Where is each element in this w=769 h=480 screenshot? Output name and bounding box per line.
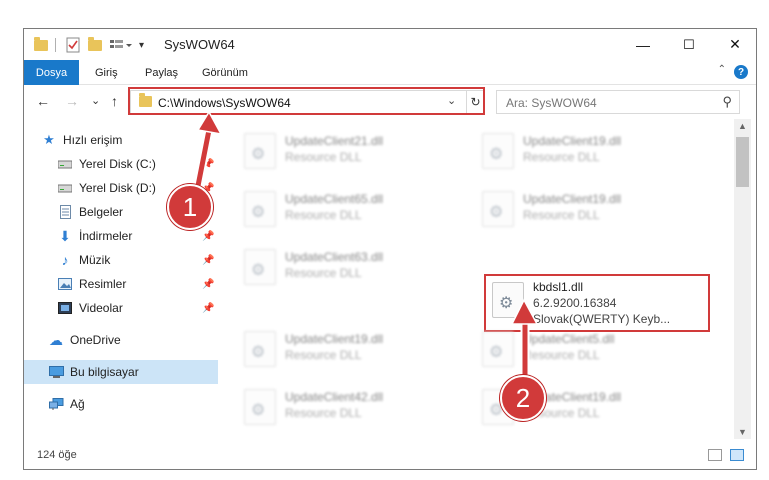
step-marker-2: 2 xyxy=(500,375,546,421)
annotation-arrows xyxy=(191,110,539,385)
step-marker-1: 1 xyxy=(167,184,213,230)
